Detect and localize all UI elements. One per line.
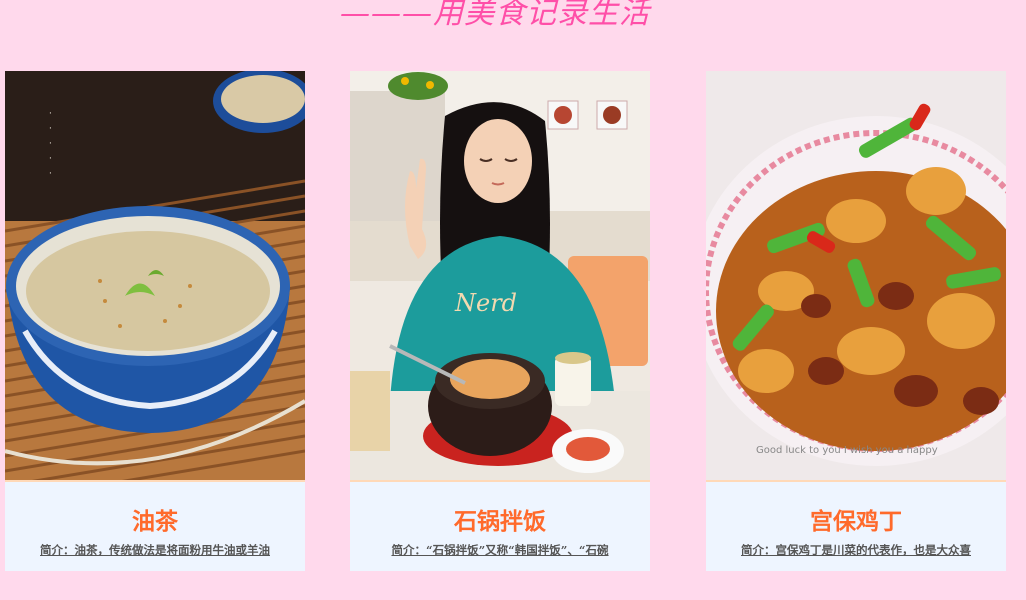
card-body: 油茶 简介：油茶，传统做法是将面粉用牛油或羊油: [5, 480, 305, 573]
card-description-link[interactable]: 简介：“石锅拌饭”又称“韩国拌饭”、“石碗: [364, 542, 636, 558]
food-photo-shiguo-banfan[interactable]: Nerd: [350, 71, 650, 480]
food-card-gongbao-jiding[interactable]: Good luck to you I wish you a happy 宫保鸡丁…: [706, 71, 1006, 571]
sweater-text: Nerd: [454, 289, 517, 317]
food-card-youcha[interactable]: · · · · · 油茶 简介：油茶，传统做法是将面粉用牛油或羊油: [5, 71, 305, 571]
tablecloth-text: Good luck to you I wish you a happy: [756, 445, 938, 456]
svg-text:·: ·: [49, 169, 52, 179]
card-body: 宫保鸡丁 简介：宫保鸡丁是川菜的代表作，也是大众喜: [706, 480, 1006, 573]
card-body: 石锅拌饭 简介：“石锅拌饭”又称“韩国拌饭”、“石碗: [350, 480, 650, 573]
food-card-shiguo-banfan[interactable]: Nerd 石锅拌饭 简介：“石锅拌饭”又称“韩国拌饭”、“石碗: [350, 71, 650, 571]
card-title[interactable]: 宫保鸡丁: [706, 502, 1006, 536]
svg-text:·: ·: [49, 154, 52, 164]
food-photo-youcha[interactable]: · · · · ·: [5, 71, 305, 480]
section-heading: ———用美食记录生活: [340, 0, 650, 31]
svg-text:·: ·: [49, 124, 52, 134]
card-title[interactable]: 油茶: [5, 502, 305, 536]
card-title[interactable]: 石锅拌饭: [350, 502, 650, 536]
card-description-link[interactable]: 简介：油茶，传统做法是将面粉用牛油或羊油: [19, 542, 291, 558]
svg-text:·: ·: [49, 139, 52, 149]
svg-text:·: ·: [49, 109, 52, 119]
card-description-link[interactable]: 简介：宫保鸡丁是川菜的代表作，也是大众喜: [720, 542, 992, 558]
food-photo-gongbao-jiding[interactable]: Good luck to you I wish you a happy: [706, 71, 1006, 480]
